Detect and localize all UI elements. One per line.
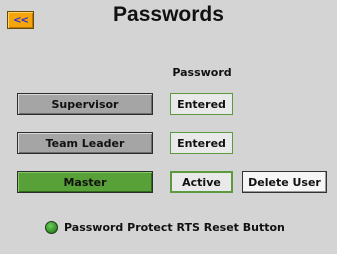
- delete-user-button[interactable]: Delete User: [242, 171, 327, 193]
- supervisor-password-status: Entered: [170, 93, 233, 115]
- team-leader-button[interactable]: Team Leader: [17, 132, 153, 154]
- password-column-header: Password: [172, 66, 232, 79]
- supervisor-button[interactable]: Supervisor: [17, 93, 153, 115]
- status-led-icon[interactable]: [45, 220, 58, 234]
- page-title: Passwords: [113, 3, 224, 26]
- master-password-status: Active: [170, 171, 233, 193]
- password-protect-label: Password Protect RTS Reset Button: [64, 220, 285, 234]
- master-button[interactable]: Master: [17, 171, 153, 193]
- password-protect-toggle[interactable]: Password Protect RTS Reset Button: [45, 220, 285, 234]
- team-leader-password-status: Entered: [170, 132, 233, 154]
